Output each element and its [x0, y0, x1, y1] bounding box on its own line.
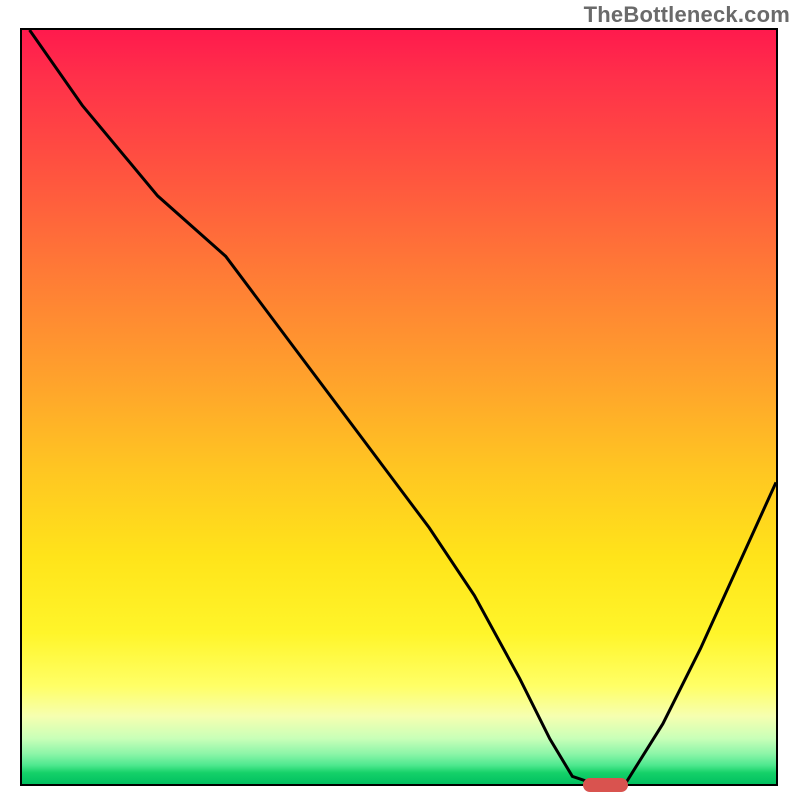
curve-path [30, 30, 776, 784]
chart-frame: TheBottleneck.com [0, 0, 800, 800]
plot-area [20, 28, 778, 786]
watermark-text: TheBottleneck.com [584, 2, 790, 28]
optimal-range-marker [583, 778, 628, 792]
bottleneck-curve [22, 30, 776, 784]
